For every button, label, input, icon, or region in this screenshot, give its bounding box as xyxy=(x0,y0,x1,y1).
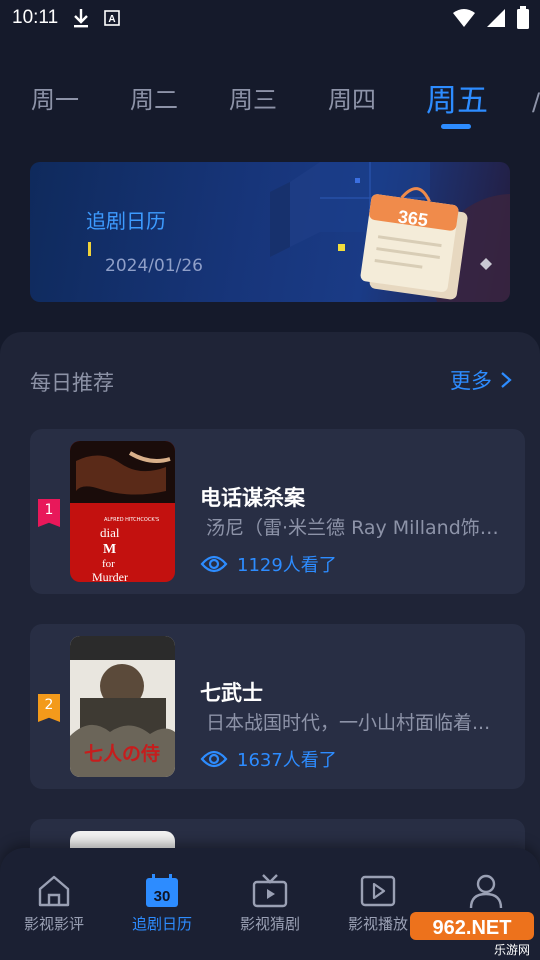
tab-overflow: ∕ xyxy=(532,88,540,116)
eye-icon xyxy=(200,555,228,573)
poster-title-dial: dial xyxy=(100,525,120,540)
calendar-icon: 30 xyxy=(146,874,178,907)
weekday-tabs: 周一 周二 周三 周四 周五 ∕ xyxy=(0,70,540,132)
more-button[interactable]: 更多 xyxy=(450,365,512,395)
movie-title: 七武士 xyxy=(200,681,263,705)
chevron-right-icon xyxy=(501,372,512,388)
view-count-text: 1129人看了 xyxy=(237,555,337,576)
status-time: 10:11 xyxy=(12,7,59,28)
site-watermark-logo: 962.NET 乐游网 xyxy=(410,912,534,956)
list-item[interactable]: 2 七人の侍 七武士 日本战国时代，一小山村面临着... 1637人看了 xyxy=(30,624,525,789)
status-bar: 10:11 A xyxy=(0,0,540,36)
nav-guess[interactable]: 影视猜剧 xyxy=(216,872,324,934)
user-icon xyxy=(469,874,503,909)
svg-text:A: A xyxy=(109,14,116,25)
view-count: 1129人看了 xyxy=(200,551,337,577)
watermark-sub-text: 乐游网 xyxy=(494,943,530,956)
tab-friday[interactable]: 周五 xyxy=(426,75,488,120)
poster-title-m: M xyxy=(103,542,116,557)
signal-icon xyxy=(486,7,506,33)
calendar-banner[interactable]: 追剧日历 2024/01/26 365 xyxy=(30,162,510,302)
poster-title-murder: Murder xyxy=(92,570,128,582)
battery-icon xyxy=(516,6,530,34)
view-count-text: 1637人看了 xyxy=(237,750,337,771)
app-icon: A xyxy=(104,10,120,26)
tab-tuesday[interactable]: 周二 xyxy=(130,80,178,115)
rank-badge: 1 xyxy=(38,499,60,527)
banner-bar xyxy=(88,242,91,256)
home-icon xyxy=(38,875,70,907)
calendar-illustration: 365 xyxy=(270,162,510,302)
movie-poster: 七人の侍 xyxy=(70,636,175,777)
nav-calendar[interactable]: 30 追剧日历 xyxy=(108,872,216,934)
download-icon xyxy=(72,8,90,28)
nav-reviews[interactable]: 影视影评 xyxy=(0,872,108,934)
play-icon xyxy=(360,875,396,907)
tab-wednesday[interactable]: 周三 xyxy=(229,80,277,115)
movie-poster: ALFRED HITCHCOCK'S dial M for Murder xyxy=(70,441,175,582)
poster-credit: ALFRED HITCHCOCK'S xyxy=(104,517,159,523)
calendar-icon-text: 30 xyxy=(154,888,171,905)
view-count: 1637人看了 xyxy=(200,746,337,772)
status-icons xyxy=(452,6,530,34)
banner-title: 追剧日历 xyxy=(86,209,166,233)
nav-label: 追剧日历 xyxy=(131,915,192,933)
tab-thursday[interactable]: 周四 xyxy=(328,80,376,115)
tab-monday[interactable]: 周一 xyxy=(31,80,79,115)
movie-title: 电话谋杀案 xyxy=(200,486,305,510)
poster-title: 七人の侍 xyxy=(84,742,160,765)
calendar-number: 365 xyxy=(397,206,430,230)
more-label: 更多 xyxy=(450,369,492,393)
tab-indicator xyxy=(441,124,471,129)
list-item[interactable]: 1 ALFRED HITCHCOCK'S dial M for Murder 电… xyxy=(30,429,525,594)
section-title: 每日推荐 xyxy=(30,371,114,395)
eye-icon xyxy=(200,750,228,768)
poster-title-for: for xyxy=(102,558,115,570)
banner-date: 2024/01/26 xyxy=(105,256,203,276)
watermark-logo-text: 962.NET xyxy=(433,917,512,939)
tv-icon xyxy=(252,874,288,908)
movie-description: 日本战国时代，一小山村面临着... xyxy=(206,712,491,734)
movie-description: 汤尼（雷·米兰德 Ray Milland饰）... xyxy=(206,517,506,539)
rank-badge: 2 xyxy=(38,694,60,722)
wifi-icon xyxy=(452,7,476,33)
nav-label: 影视猜剧 xyxy=(239,915,300,933)
nav-label: 影视影评 xyxy=(23,915,84,933)
nav-profile[interactable] xyxy=(432,872,540,913)
